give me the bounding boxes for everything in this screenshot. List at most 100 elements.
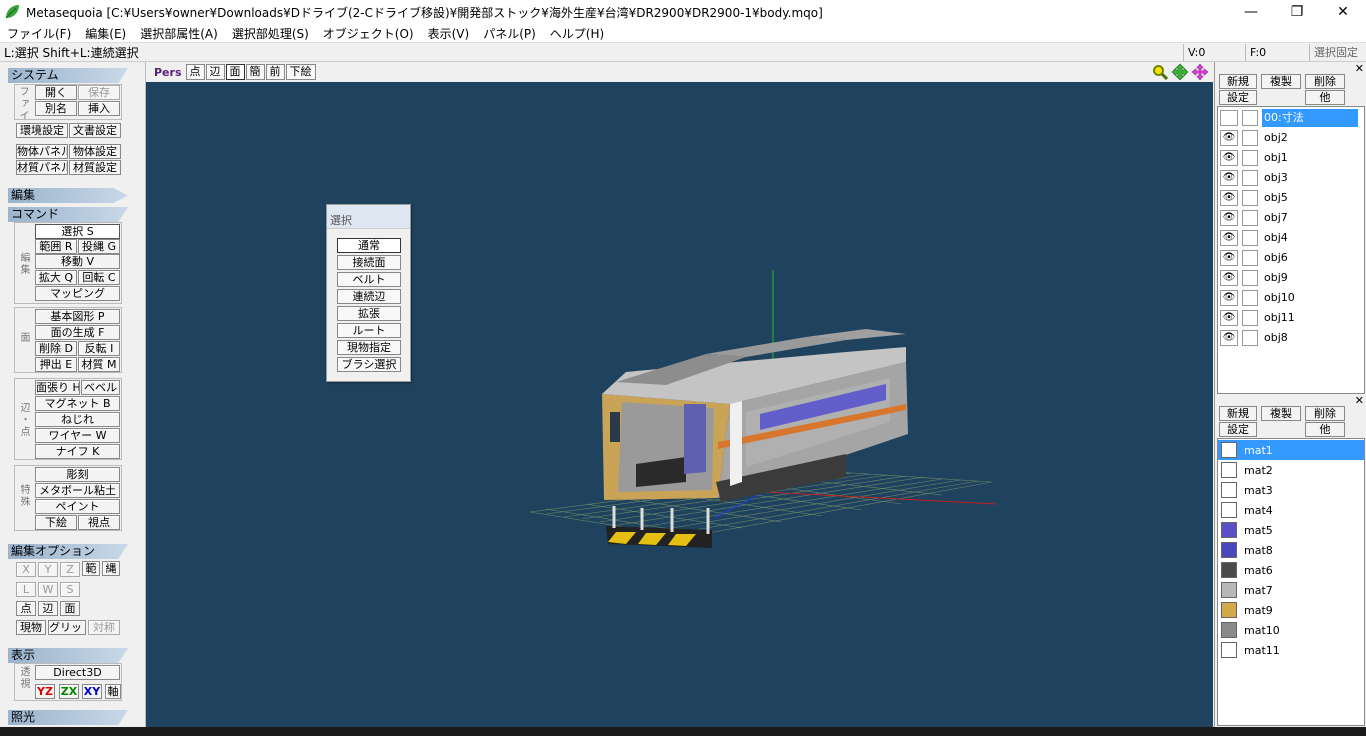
- select-tool-button[interactable]: 選択 S: [35, 224, 120, 239]
- object-row[interactable]: 👁 obj5: [1218, 188, 1364, 208]
- facet-tool-button[interactable]: 面張り H: [35, 380, 80, 395]
- paint-tool-button[interactable]: ペイント: [35, 499, 120, 514]
- section-edit-options[interactable]: 編集オプション: [8, 544, 128, 559]
- axis-y-toggle[interactable]: Y: [38, 562, 58, 577]
- underlay-tool-button[interactable]: 下絵: [35, 515, 77, 530]
- material-settings-button[interactable]: 設定: [1219, 422, 1257, 437]
- bevel-tool-button[interactable]: ベベル: [81, 380, 120, 395]
- object-settings-button[interactable]: 設定: [1219, 90, 1257, 105]
- pan-icon[interactable]: [1172, 64, 1188, 80]
- material-delete-button[interactable]: 削除: [1305, 406, 1345, 421]
- select-expand-button[interactable]: 拡張: [337, 306, 401, 321]
- world-toggle[interactable]: W: [38, 582, 58, 597]
- view-simple-toggle[interactable]: 簡: [245, 64, 265, 80]
- flip-tool-button[interactable]: 反転 I: [78, 341, 120, 356]
- menu-view[interactable]: 表示(V): [421, 25, 477, 42]
- material-row[interactable]: mat11: [1218, 640, 1364, 660]
- lock-toggle[interactable]: [1242, 310, 1258, 326]
- selection-panel-title[interactable]: 選択: [327, 205, 410, 229]
- object-row[interactable]: 👁 obj3: [1218, 168, 1364, 188]
- symmetry-toggle[interactable]: 対称: [88, 620, 120, 635]
- object-row[interactable]: 👁 obj8: [1218, 328, 1364, 348]
- move-tool-button[interactable]: 移動 V: [35, 254, 120, 269]
- axis-x-toggle[interactable]: X: [16, 562, 36, 577]
- open-button[interactable]: 開く: [35, 85, 77, 100]
- lock-toggle[interactable]: [1242, 210, 1258, 226]
- yz-view-button[interactable]: YZ: [35, 684, 55, 699]
- eye-icon[interactable]: 👁: [1220, 130, 1238, 146]
- material-duplicate-button[interactable]: 複製: [1261, 406, 1301, 421]
- select-brush-button[interactable]: ブラシ選択: [337, 357, 401, 372]
- section-lighting[interactable]: 照光: [8, 710, 128, 725]
- select-connected-face-button[interactable]: 接続面: [337, 255, 401, 270]
- menu-object[interactable]: オブジェクト(O): [316, 25, 421, 42]
- menu-panel[interactable]: パネル(P): [476, 25, 543, 42]
- eye-icon[interactable]: 👁: [1220, 210, 1238, 226]
- material-row[interactable]: mat7: [1218, 580, 1364, 600]
- lock-toggle[interactable]: [1242, 130, 1258, 146]
- menu-file[interactable]: ファイル(F): [0, 25, 78, 42]
- viewpoint-tool-button[interactable]: 視点: [78, 515, 120, 530]
- current-object-toggle[interactable]: 現物: [16, 620, 46, 635]
- eye-icon[interactable]: 👁: [1220, 170, 1238, 186]
- material-row[interactable]: mat2: [1218, 460, 1364, 480]
- object-row[interactable]: 👁 obj6: [1218, 248, 1364, 268]
- material-tool-button[interactable]: 材質 M: [78, 357, 120, 372]
- local-toggle[interactable]: L: [16, 582, 36, 597]
- section-command[interactable]: コマンド: [8, 207, 128, 222]
- object-new-button[interactable]: 新規: [1219, 74, 1257, 89]
- knife-tool-button[interactable]: ナイフ K: [35, 444, 120, 459]
- zx-view-button[interactable]: ZX: [59, 684, 79, 699]
- face-select-toggle[interactable]: 面: [60, 601, 80, 616]
- material-new-button[interactable]: 新規: [1219, 406, 1257, 421]
- object-row[interactable]: 👁 obj4: [1218, 228, 1364, 248]
- rotate-tool-button[interactable]: 回転 C: [78, 270, 120, 285]
- magnet-tool-button[interactable]: マグネット B: [35, 396, 120, 411]
- view-faces-toggle[interactable]: 面: [225, 64, 245, 80]
- zoom-icon[interactable]: [1152, 64, 1168, 80]
- direct3d-button[interactable]: Direct3D: [35, 665, 120, 680]
- insert-button[interactable]: 挿入: [78, 101, 120, 116]
- point-select-toggle[interactable]: 点: [16, 601, 36, 616]
- section-edit[interactable]: 編集: [8, 188, 128, 203]
- axis-view-button[interactable]: 軸: [105, 684, 121, 699]
- object-row[interactable]: 👁 obj9: [1218, 268, 1364, 288]
- minimize-button[interactable]: —: [1228, 0, 1274, 24]
- metaball-tool-button[interactable]: メタボール粘土: [35, 483, 120, 498]
- material-row[interactable]: mat10: [1218, 620, 1364, 640]
- range-tool-button[interactable]: 範囲 R: [35, 239, 77, 254]
- material-row[interactable]: mat1: [1218, 440, 1364, 460]
- save-button[interactable]: 保存: [78, 85, 120, 100]
- section-system[interactable]: システム: [8, 68, 128, 83]
- select-route-button[interactable]: ルート: [337, 323, 401, 338]
- eye-icon[interactable]: 👁: [1220, 330, 1238, 346]
- lock-toggle[interactable]: [1242, 290, 1258, 306]
- maximize-button[interactable]: ❐: [1274, 0, 1320, 24]
- material-other-button[interactable]: 他: [1305, 422, 1345, 437]
- doc-settings-button[interactable]: 文書設定: [69, 123, 121, 138]
- material-settings-button[interactable]: 材質設定: [69, 160, 121, 175]
- object-duplicate-button[interactable]: 複製: [1261, 74, 1301, 89]
- generate-face-button[interactable]: 面の生成 F: [35, 325, 120, 340]
- material-row[interactable]: mat9: [1218, 600, 1364, 620]
- object-row[interactable]: 👁 obj7: [1218, 208, 1364, 228]
- material-row[interactable]: mat6: [1218, 560, 1364, 580]
- close-button[interactable]: ✕: [1320, 0, 1366, 24]
- perspective-mode-label[interactable]: Pers: [154, 66, 182, 79]
- eye-icon[interactable]: 👁: [1220, 190, 1238, 206]
- env-settings-button[interactable]: 環境設定: [16, 123, 68, 138]
- lock-toggle[interactable]: [1242, 330, 1258, 346]
- lock-toggle[interactable]: [1242, 230, 1258, 246]
- select-belt-button[interactable]: ベルト: [337, 272, 401, 287]
- select-edge-loop-button[interactable]: 連続辺: [337, 289, 401, 304]
- eye-icon[interactable]: 👁: [1220, 290, 1238, 306]
- select-current-object-button[interactable]: 現物指定: [337, 340, 401, 355]
- rope-option-toggle[interactable]: 縄: [102, 561, 120, 576]
- mapping-tool-button[interactable]: マッピング: [35, 286, 120, 301]
- twist-tool-button[interactable]: ねじれ: [35, 412, 120, 427]
- eye-icon[interactable]: 👁: [1220, 250, 1238, 266]
- object-other-button[interactable]: 他: [1305, 90, 1345, 105]
- scale-tool-button[interactable]: 拡大 Q: [35, 270, 77, 285]
- menu-help[interactable]: ヘルプ(H): [543, 25, 611, 42]
- lock-toggle[interactable]: [1242, 150, 1258, 166]
